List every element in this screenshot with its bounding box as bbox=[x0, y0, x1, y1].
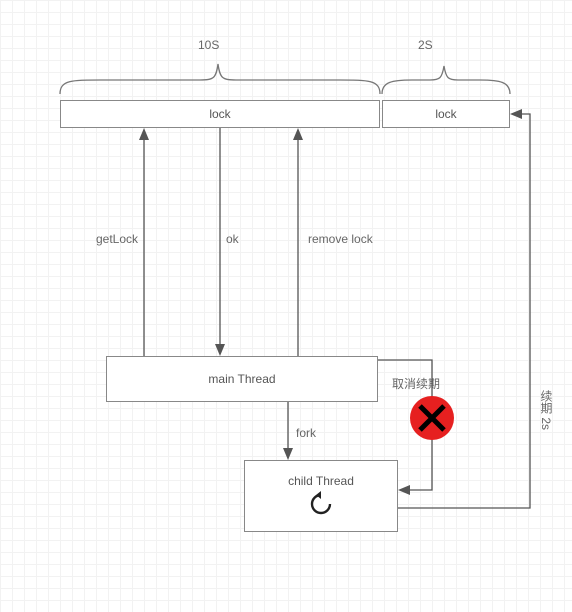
duration-label-2s: 2S bbox=[418, 38, 433, 52]
main-thread-box: main Thread bbox=[106, 356, 378, 402]
lock-box-right: lock bbox=[382, 100, 510, 128]
refresh-icon bbox=[307, 490, 335, 518]
edge-label-ok: ok bbox=[226, 232, 239, 246]
lock-right-label: lock bbox=[435, 107, 456, 121]
child-thread-box: child Thread bbox=[244, 460, 398, 532]
main-thread-label: main Thread bbox=[208, 372, 275, 386]
brace-left bbox=[60, 64, 380, 94]
diagram-canvas: lock lock main Thread child Thread 10S 2… bbox=[0, 0, 572, 612]
duration-label-10s: 10S bbox=[198, 38, 219, 52]
edge-label-getlock: getLock bbox=[96, 232, 138, 246]
child-thread-label: child Thread bbox=[288, 474, 354, 488]
arrow-renew-2s bbox=[398, 114, 530, 508]
edge-label-renew-2s: 续期 2s bbox=[538, 390, 555, 430]
cancel-icon bbox=[410, 396, 454, 440]
brace-right bbox=[382, 66, 510, 94]
edge-label-cancel-renew: 取消续期 bbox=[392, 375, 440, 392]
lock-left-label: lock bbox=[209, 107, 230, 121]
edge-label-removelock: remove lock bbox=[308, 232, 373, 246]
edge-label-fork: fork bbox=[296, 426, 316, 440]
lock-box-left: lock bbox=[60, 100, 380, 128]
